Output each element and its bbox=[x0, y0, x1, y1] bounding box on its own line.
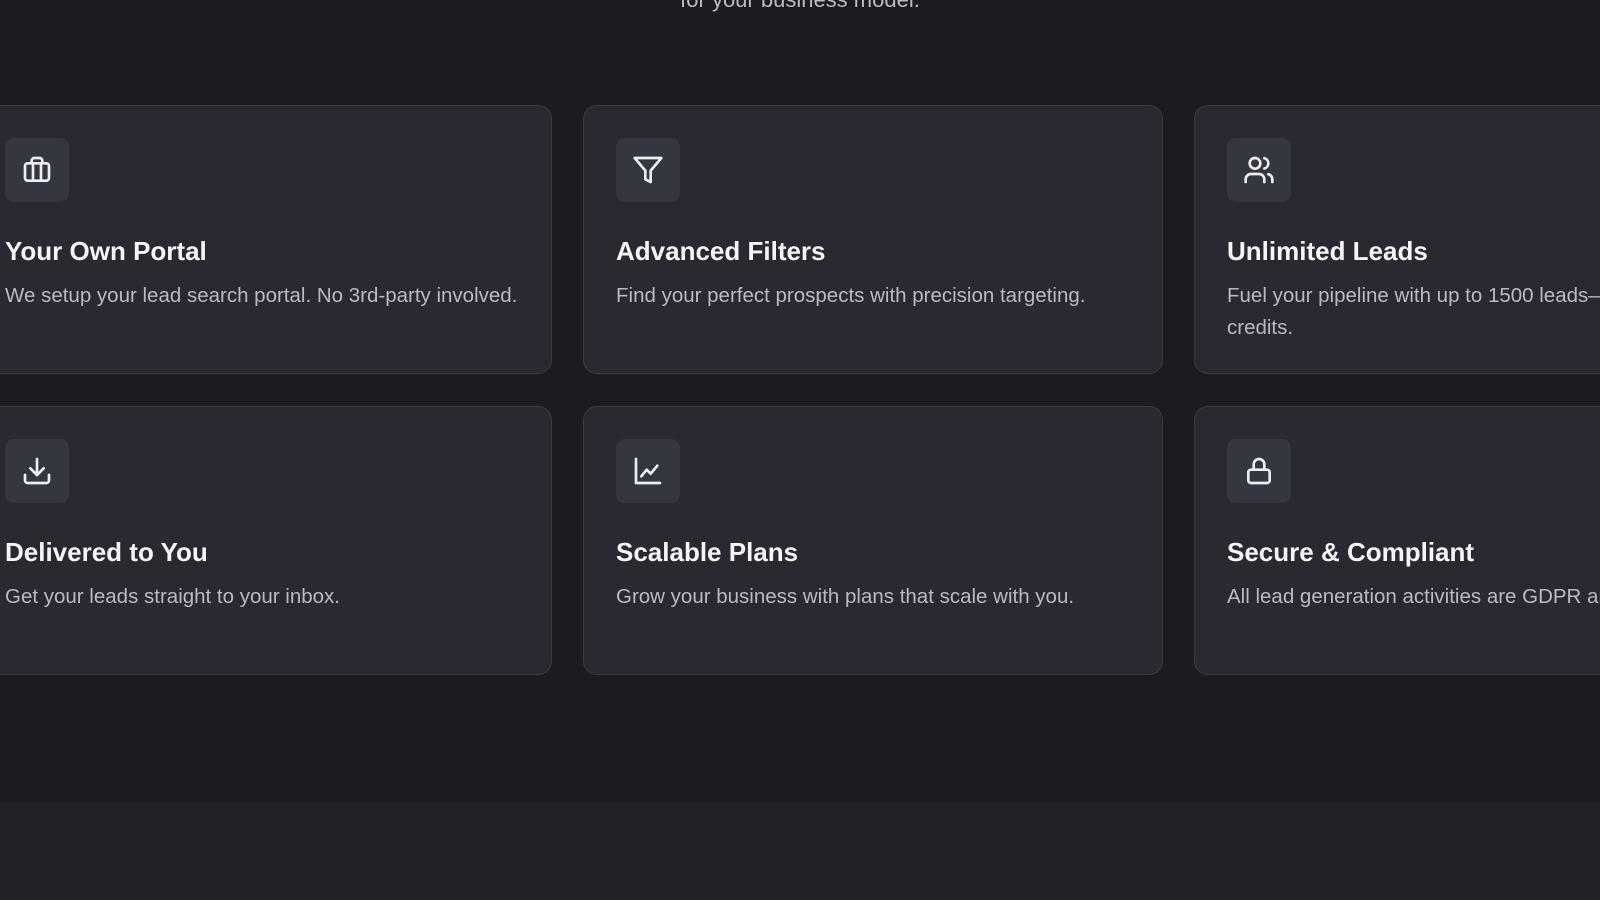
feature-description: Fuel your pipeline with up to 1500 leads… bbox=[1227, 284, 1600, 339]
feature-card-advanced-filters: Advanced Filters Find your perfect prosp… bbox=[583, 105, 1163, 374]
feature-card-unlimited-leads: Unlimited Leads Fuel your pipeline with … bbox=[1194, 105, 1600, 374]
feature-description: Find your perfect prospects with precisi… bbox=[616, 284, 1086, 307]
footer-band bbox=[0, 802, 1600, 900]
filter-icon bbox=[616, 138, 680, 202]
chart-line-icon bbox=[616, 439, 680, 503]
feature-title: Delivered to You bbox=[5, 537, 208, 567]
feature-card-scalable-plans: Scalable Plans Grow your business with p… bbox=[583, 406, 1163, 675]
feature-description: Get your leads straight to your inbox. bbox=[5, 585, 341, 608]
page: for your business model. Your Own Portal… bbox=[0, 0, 1600, 900]
feature-description: Grow your business with plans that scale… bbox=[616, 585, 1075, 608]
download-icon bbox=[5, 439, 69, 503]
features-section: for your business model. Your Own Portal… bbox=[0, 0, 1600, 802]
users-icon bbox=[1227, 138, 1291, 202]
section-subtitle: for your business model. bbox=[0, 0, 1600, 14]
feature-description: We setup your lead search portal. No 3rd… bbox=[5, 284, 518, 307]
feature-title: Advanced Filters bbox=[616, 236, 826, 266]
feature-title: Unlimited Leads bbox=[1227, 236, 1428, 266]
feature-title: Scalable Plans bbox=[616, 537, 799, 567]
briefcase-icon bbox=[5, 138, 69, 202]
feature-card-your-own-portal: Your Own Portal We setup your lead searc… bbox=[0, 105, 552, 374]
feature-card-delivered-to-you: Delivered to You Get your leads straight… bbox=[0, 406, 552, 675]
feature-card-secure-compliant: Secure & Compliant All lead generation a… bbox=[1194, 406, 1600, 675]
feature-title: Secure & Compliant bbox=[1227, 537, 1475, 567]
feature-description: All lead generation activities are GDPR … bbox=[1227, 585, 1600, 608]
lock-icon bbox=[1227, 439, 1291, 503]
feature-title: Your Own Portal bbox=[5, 236, 207, 266]
